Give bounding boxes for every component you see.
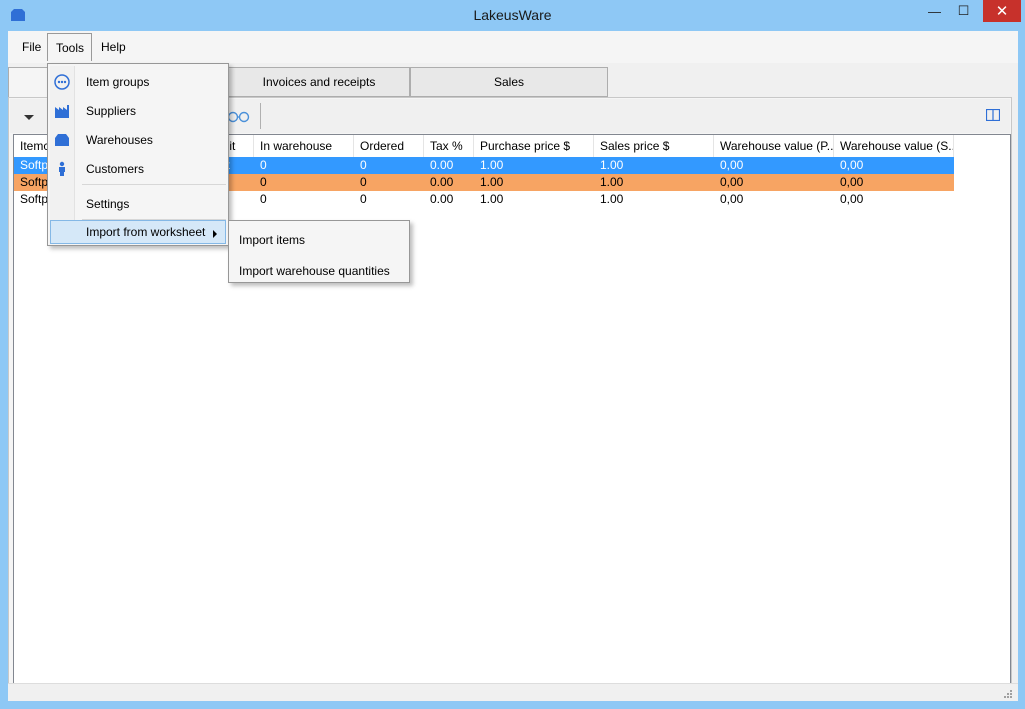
suppliers-icon xyxy=(55,105,69,118)
dropdown-arrow-icon[interactable] xyxy=(18,109,40,125)
column-tax[interactable]: Tax % xyxy=(424,135,474,157)
tools-menu: Item groups Suppliers Warehouses Custome… xyxy=(47,63,229,246)
menu-item-suppliers[interactable]: Suppliers xyxy=(50,98,226,124)
resize-grip-icon[interactable] xyxy=(1002,688,1012,698)
column-ordered[interactable]: Ordered xyxy=(354,135,424,157)
split-view-icon[interactable] xyxy=(986,109,1000,121)
customers-icon xyxy=(59,161,65,176)
submenu-arrow-icon xyxy=(213,230,217,238)
menu-bar: File Tools Help xyxy=(8,31,1018,63)
menu-file[interactable]: File xyxy=(14,33,49,61)
warehouses-icon xyxy=(55,134,69,146)
submenu-item-import-warehouse-quantities[interactable]: Import warehouse quantities xyxy=(239,264,390,278)
column-warehouse-value-s[interactable]: Warehouse value (S... xyxy=(834,135,954,157)
menu-item-customers[interactable]: Customers xyxy=(50,156,226,182)
menu-tools[interactable]: Tools xyxy=(47,33,92,61)
tab-sales[interactable]: Sales xyxy=(410,67,608,97)
item-groups-icon xyxy=(54,74,70,90)
submenu-item-import-items[interactable]: Import items xyxy=(239,233,305,247)
menu-item-item-groups[interactable]: Item groups xyxy=(50,69,226,95)
menu-item-import-from-worksheet[interactable]: Import from worksheet xyxy=(50,220,226,244)
menu-help[interactable]: Help xyxy=(93,33,134,61)
column-sales-price[interactable]: Sales price $ xyxy=(594,135,714,157)
maximize-button[interactable]: ☐ xyxy=(952,0,975,22)
column-in-warehouse[interactable]: In warehouse xyxy=(254,135,354,157)
window-title: LakeusWare xyxy=(473,7,552,23)
tab-invoices-and-receipts[interactable]: Invoices and receipts xyxy=(228,67,410,97)
title-bar[interactable]: LakeusWare — ☐ ✕ xyxy=(0,0,1025,31)
menu-item-warehouses[interactable]: Warehouses xyxy=(50,127,226,153)
import-submenu: Import items Import warehouse quantities xyxy=(228,220,410,283)
toolbar-separator xyxy=(260,103,261,129)
close-button[interactable]: ✕ xyxy=(983,0,1021,22)
column-purchase-price[interactable]: Purchase price $ xyxy=(474,135,594,157)
menu-item-settings[interactable]: Settings xyxy=(50,191,226,217)
app-window: LakeusWare — ☐ ✕ File Tools Help Invoice… xyxy=(0,0,1025,709)
column-warehouse-value-p[interactable]: Warehouse value (P... xyxy=(714,135,834,157)
menu-separator xyxy=(82,184,226,185)
minimize-button[interactable]: — xyxy=(923,0,946,22)
status-bar xyxy=(8,683,1018,701)
search-glasses-icon[interactable] xyxy=(226,111,252,123)
